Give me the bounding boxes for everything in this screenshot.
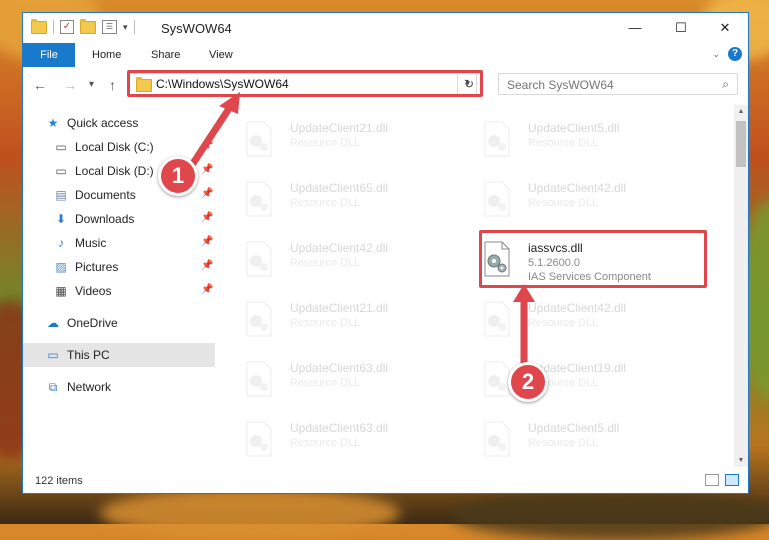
step-1-badge: 1 <box>158 156 198 196</box>
step-2-badge: 2 <box>508 362 548 402</box>
annotation-arrows <box>186 92 535 370</box>
arrow-1 <box>186 100 236 172</box>
arrow-2-head <box>513 284 535 302</box>
